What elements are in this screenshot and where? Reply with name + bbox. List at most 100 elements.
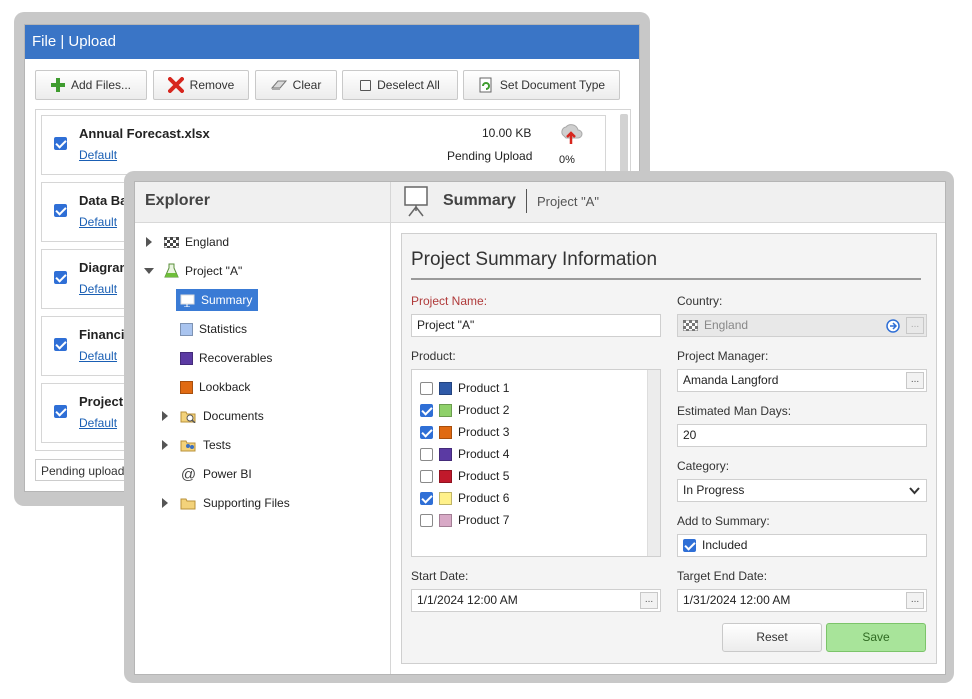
- upload-status-text: Pending Upload: [447, 149, 533, 163]
- folder-search-icon: [180, 411, 196, 423]
- included-checkbox[interactable]: [683, 539, 696, 552]
- document-type-link[interactable]: Default: [79, 148, 117, 162]
- start-date-input[interactable]: 1/1/2024 12:00 AM ...: [411, 589, 661, 612]
- tree-item-project-a[interactable]: Project "A": [164, 260, 242, 282]
- product-item[interactable]: Product 5: [420, 467, 509, 485]
- product-label-text: Product 7: [458, 513, 510, 527]
- product-item[interactable]: Product 3: [420, 423, 509, 441]
- product-label-text: Product 1: [458, 381, 510, 395]
- product-checkbox[interactable]: [420, 447, 433, 461]
- manager-picker-button[interactable]: ...: [906, 372, 924, 389]
- product-label: Product:: [411, 349, 456, 363]
- tree-label: Statistics: [199, 322, 248, 336]
- category-select[interactable]: In Progress: [677, 479, 927, 502]
- product-item[interactable]: Product 6: [420, 489, 509, 507]
- presentation-icon: [180, 294, 195, 307]
- add-to-summary-field[interactable]: Included: [677, 534, 927, 557]
- product-checkbox[interactable]: [420, 403, 433, 417]
- remove-button[interactable]: Remove: [153, 70, 249, 100]
- tree-item-england[interactable]: England: [164, 231, 229, 253]
- product-item[interactable]: Product 4: [420, 445, 509, 463]
- document-type-link[interactable]: Default: [79, 215, 117, 229]
- category-value: In Progress: [683, 483, 745, 497]
- expand-arrow-icon[interactable]: [162, 411, 168, 421]
- reset-button[interactable]: Reset: [722, 623, 822, 652]
- set-document-type-button[interactable]: Set Document Type: [463, 70, 620, 100]
- file-checkbox[interactable]: [54, 338, 67, 351]
- date-picker-button[interactable]: ...: [640, 592, 658, 609]
- product-list-scrollbar[interactable]: [647, 370, 660, 556]
- summary-title: Summary: [443, 192, 516, 209]
- product-checkbox[interactable]: [420, 381, 433, 395]
- document-type-link[interactable]: Default: [79, 282, 117, 296]
- cloud-upload-icon: [561, 124, 583, 144]
- flask-icon: [164, 263, 179, 278]
- expand-arrow-icon[interactable]: [162, 440, 168, 450]
- date-picker-button[interactable]: ...: [906, 592, 924, 609]
- product-checklist[interactable]: Product 1 Product 2 Product 3 Product 4: [411, 369, 661, 557]
- file-row[interactable]: Annual Forecast.xlsx Default 10.00 KB Pe…: [41, 115, 606, 175]
- product-checkbox[interactable]: [420, 469, 433, 483]
- product-item[interactable]: Product 1: [420, 379, 509, 397]
- product-checkbox[interactable]: [420, 491, 433, 505]
- folder-people-icon: [180, 440, 196, 451]
- folder-icon: [180, 498, 196, 510]
- file-checkbox[interactable]: [54, 405, 67, 418]
- add-files-button[interactable]: Add Files...: [35, 70, 147, 100]
- expand-arrow-icon[interactable]: [162, 498, 168, 508]
- file-checkbox[interactable]: [54, 137, 67, 150]
- country-input: England ...: [677, 314, 927, 337]
- tree-label: Lookback: [199, 380, 251, 394]
- color-swatch: [439, 381, 452, 395]
- tree-item-lookback[interactable]: Lookback: [180, 376, 250, 398]
- color-swatch: [439, 425, 452, 439]
- product-checkbox[interactable]: [420, 425, 433, 439]
- presentation-board-icon: [404, 186, 428, 217]
- file-checkbox[interactable]: [54, 204, 67, 217]
- tree-label: Supporting Files: [203, 496, 290, 510]
- set-document-type-label: Set Document Type: [499, 78, 606, 92]
- product-item[interactable]: Product 7: [420, 511, 509, 529]
- project-name-input[interactable]: Project "A": [411, 314, 661, 337]
- checkbox-empty-icon: [360, 79, 372, 91]
- start-date-value: 1/1/2024 12:00 AM: [417, 593, 518, 607]
- remove-label: Remove: [189, 78, 235, 92]
- tree-item-tests[interactable]: Tests: [180, 434, 231, 456]
- file-checkbox[interactable]: [54, 271, 67, 284]
- tree-item-supporting-files[interactable]: Supporting Files: [180, 492, 290, 514]
- document-type-link[interactable]: Default: [79, 416, 117, 430]
- tree-item-power-bi[interactable]: @ Power BI: [180, 463, 252, 485]
- tree-item-statistics[interactable]: Statistics: [180, 318, 247, 340]
- tree-item-summary[interactable]: Summary: [176, 289, 259, 311]
- chevron-down-icon: [909, 487, 920, 495]
- navigate-arrow-icon[interactable]: [886, 319, 900, 333]
- collapse-arrow-icon[interactable]: [144, 268, 154, 274]
- tree-item-recoverables[interactable]: Recoverables: [180, 347, 272, 369]
- tree-item-documents[interactable]: Documents: [180, 405, 264, 427]
- tree-label: Power BI: [203, 467, 252, 481]
- project-manager-input[interactable]: Amanda Langford ...: [677, 369, 927, 392]
- document-type-link[interactable]: Default: [79, 349, 117, 363]
- product-label-text: Product 6: [458, 491, 510, 505]
- at-sign-icon: @: [180, 465, 197, 483]
- product-item[interactable]: Product 2: [420, 401, 509, 419]
- country-picker-button: ...: [906, 317, 924, 334]
- target-end-date-input[interactable]: 1/31/2024 12:00 AM ...: [677, 589, 927, 612]
- file-name: Annual Forecast.xlsx: [79, 126, 210, 141]
- clear-button[interactable]: Clear: [255, 70, 337, 100]
- deselect-all-button[interactable]: Deselect All: [342, 70, 458, 100]
- product-checkbox[interactable]: [420, 513, 433, 527]
- flag-checkered-icon: [164, 236, 179, 248]
- upload-title: File | Upload: [25, 25, 639, 59]
- save-button[interactable]: Save: [826, 623, 926, 652]
- tree-label: Documents: [203, 409, 264, 423]
- man-days-label: Estimated Man Days:: [677, 404, 792, 418]
- summary-form: Project Summary Information Project Name…: [401, 233, 937, 664]
- category-label: Category:: [677, 459, 730, 473]
- product-label-text: Product 4: [458, 447, 510, 461]
- man-days-input[interactable]: 20: [677, 424, 927, 447]
- tree-label: England: [185, 235, 230, 249]
- color-swatch: [439, 491, 452, 505]
- color-swatch: [439, 447, 452, 461]
- expand-arrow-icon[interactable]: [146, 237, 152, 247]
